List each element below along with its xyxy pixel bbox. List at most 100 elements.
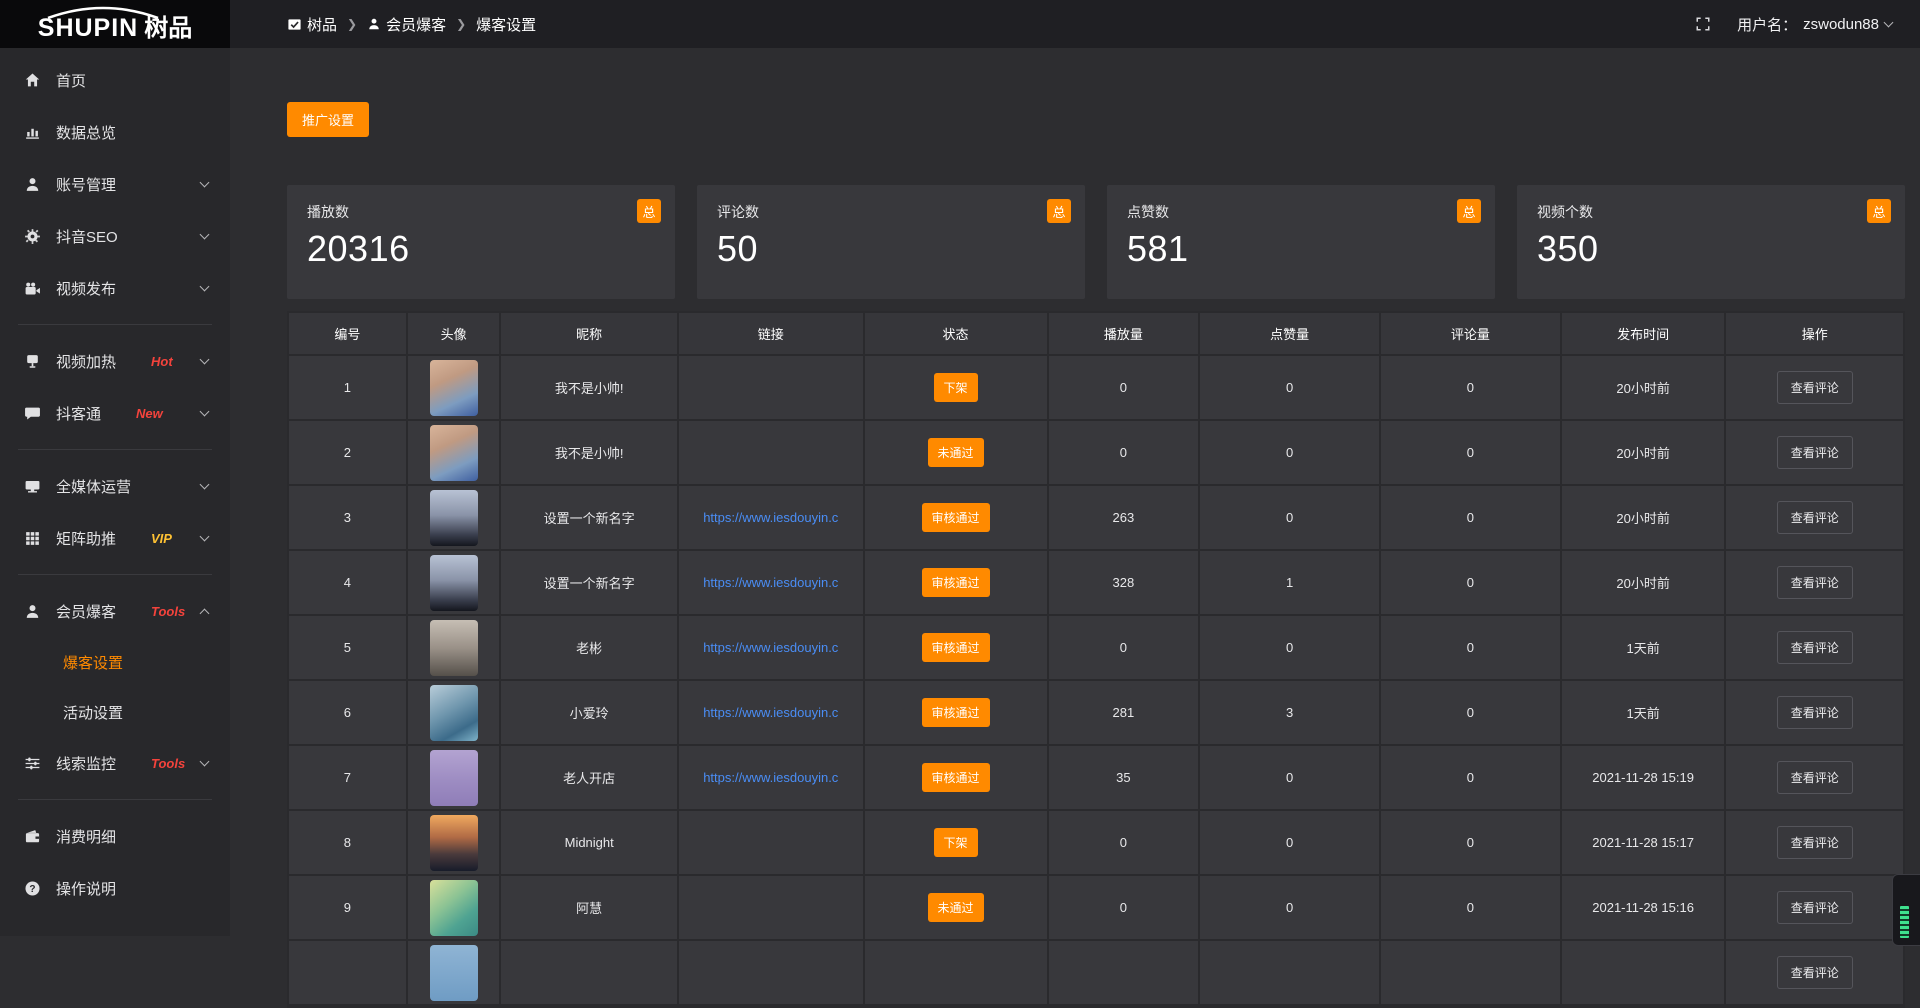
sidebar-item-label: 矩阵助推 xyxy=(56,528,116,549)
sidebar-item-label: 数据总览 xyxy=(56,122,116,143)
video-link[interactable]: https://www.iesdouyin.c xyxy=(683,705,859,720)
video-link[interactable]: https://www.iesdouyin.c xyxy=(683,575,859,590)
status-badge[interactable]: 审核通过 xyxy=(922,633,990,662)
stat-label: 视频个数 xyxy=(1537,202,1885,222)
view-comments-button[interactable]: 查看评论 xyxy=(1777,631,1853,664)
sidebar-item-label: 视频加热 xyxy=(56,351,116,372)
sidebar-item-label: 抖音SEO xyxy=(56,226,118,247)
sidebar-item-douketong[interactable]: 抖客通 New xyxy=(0,387,230,439)
status-badge[interactable]: 审核通过 xyxy=(922,568,990,597)
app-logo[interactable]: SHUPIN 树品 xyxy=(0,0,230,48)
cell-id: 6 xyxy=(289,680,407,745)
hot-tag: Hot xyxy=(151,354,173,369)
cell-nickname: Midnight xyxy=(500,810,678,875)
chevron-down-icon xyxy=(200,230,210,240)
table-row: 9 阿慧 未通过 0 0 0 2021-11-28 15:16 查看评论 xyxy=(289,875,1903,940)
cell-time: 2021-11-28 15:17 xyxy=(1561,810,1726,875)
sidebar-item-all-media[interactable]: 全媒体运营 xyxy=(0,460,230,512)
total-badge: 总 xyxy=(1457,199,1481,223)
cell-likes: 3 xyxy=(1199,680,1380,745)
col-actions: 操作 xyxy=(1725,313,1903,355)
cell-comments xyxy=(1380,940,1561,1005)
avatar xyxy=(430,360,478,416)
video-link[interactable]: https://www.iesdouyin.c xyxy=(683,640,859,655)
table-row: 5 老彬 https://www.iesdouyin.c 审核通过 0 0 0 … xyxy=(289,615,1903,680)
sidebar-item-data-overview[interactable]: 数据总览 xyxy=(0,106,230,158)
sidebar-item-video-publish[interactable]: 视频发布 xyxy=(0,262,230,314)
user-icon xyxy=(24,176,41,193)
cell-plays: 281 xyxy=(1048,680,1200,745)
view-comments-button[interactable]: 查看评论 xyxy=(1777,501,1853,534)
username-label: 用户名： xyxy=(1737,14,1797,35)
sidebar-item-instructions[interactable]: ? 操作说明 xyxy=(0,862,230,914)
bar-chart-icon xyxy=(24,124,41,141)
cell-time: 20小时前 xyxy=(1561,355,1726,420)
stat-value: 20316 xyxy=(307,228,655,270)
avatar xyxy=(430,945,478,1001)
sidebar-item-clue-monitor[interactable]: 线索监控 Tools xyxy=(0,737,230,789)
floating-widget[interactable] xyxy=(1892,874,1920,946)
svg-text:?: ? xyxy=(29,883,35,894)
stat-label: 评论数 xyxy=(717,202,1065,222)
view-comments-button[interactable]: 查看评论 xyxy=(1777,436,1853,469)
view-comments-button[interactable]: 查看评论 xyxy=(1777,891,1853,924)
sidebar-item-label: 操作说明 xyxy=(56,878,116,899)
status-badge[interactable]: 未通过 xyxy=(928,893,984,922)
avatar xyxy=(430,815,478,871)
view-comments-button[interactable]: 查看评论 xyxy=(1777,371,1853,404)
stat-value: 50 xyxy=(717,228,1065,270)
status-badge[interactable]: 审核通过 xyxy=(922,763,990,792)
cell-nickname: 我不是小帅! xyxy=(500,420,678,485)
cell-id: 1 xyxy=(289,355,407,420)
avatar xyxy=(430,425,478,481)
chevron-down-icon xyxy=(200,532,210,542)
sidebar-item-expense-detail[interactable]: 消费明细 xyxy=(0,810,230,862)
sidebar-item-label: 消费明细 xyxy=(56,826,116,847)
view-comments-button[interactable]: 查看评论 xyxy=(1777,696,1853,729)
vip-tag: VIP xyxy=(151,531,172,546)
view-comments-button[interactable]: 查看评论 xyxy=(1777,761,1853,794)
status-badge[interactable]: 下架 xyxy=(934,828,978,857)
view-comments-button[interactable]: 查看评论 xyxy=(1777,956,1853,989)
table-row: 7 老人开店 https://www.iesdouyin.c 审核通过 35 0… xyxy=(289,745,1903,810)
sidebar-item-douyin-seo[interactable]: 抖音SEO xyxy=(0,210,230,262)
cell-time xyxy=(1561,940,1726,1005)
status-badge[interactable]: 下架 xyxy=(934,373,978,402)
breadcrumb-home[interactable]: 树品 xyxy=(287,14,337,35)
sidebar-item-video-heat[interactable]: 视频加热 Hot xyxy=(0,335,230,387)
cell-nickname: 小爱玲 xyxy=(500,680,678,745)
col-id: 编号 xyxy=(289,313,407,355)
status-badge[interactable]: 未通过 xyxy=(928,438,984,467)
cell-plays: 0 xyxy=(1048,615,1200,680)
cell-time: 20小时前 xyxy=(1561,550,1726,615)
person-icon xyxy=(367,17,381,31)
sidebar: 首页 数据总览 账号管理 抖音SEO 视频发布 视频加热 Hot 抖客通 New… xyxy=(0,48,230,936)
col-avatar: 头像 xyxy=(407,313,501,355)
avatar xyxy=(430,880,478,936)
video-link[interactable]: https://www.iesdouyin.c xyxy=(683,770,859,785)
fullscreen-icon[interactable] xyxy=(1695,16,1711,32)
video-link[interactable]: https://www.iesdouyin.c xyxy=(683,510,859,525)
view-comments-button[interactable]: 查看评论 xyxy=(1777,566,1853,599)
tools-tag: Tools xyxy=(151,756,185,771)
sidebar-subitem-baoke-settings[interactable]: 爆客设置 xyxy=(0,637,230,687)
col-status: 状态 xyxy=(864,313,1048,355)
sidebar-item-account-mgmt[interactable]: 账号管理 xyxy=(0,158,230,210)
breadcrumb-member[interactable]: 会员爆客 xyxy=(367,14,446,35)
cell-nickname xyxy=(500,940,678,1005)
sidebar-item-home[interactable]: 首页 xyxy=(0,54,230,106)
status-badge[interactable]: 审核通过 xyxy=(922,698,990,727)
view-comments-button[interactable]: 查看评论 xyxy=(1777,826,1853,859)
stat-label: 点赞数 xyxy=(1127,202,1475,222)
topbar: SHUPIN 树品 树品 ❯ 会员爆客 ❯ 爆客设置 用户名：zswodun88 xyxy=(0,0,1920,48)
stat-value: 350 xyxy=(1537,228,1885,270)
sidebar-item-matrix-boost[interactable]: 矩阵助推 VIP xyxy=(0,512,230,564)
stat-card-likes: 点赞数 581 总 xyxy=(1107,185,1495,299)
promo-settings-button[interactable]: 推广设置 xyxy=(287,102,369,137)
cell-plays: 0 xyxy=(1048,875,1200,940)
sidebar-subitem-activity-settings[interactable]: 活动设置 xyxy=(0,687,230,737)
avatar xyxy=(430,750,478,806)
user-menu[interactable]: 用户名：zswodun88 xyxy=(1737,14,1892,35)
sidebar-item-member-baoke[interactable]: 会员爆客 Tools xyxy=(0,585,230,637)
status-badge[interactable]: 审核通过 xyxy=(922,503,990,532)
